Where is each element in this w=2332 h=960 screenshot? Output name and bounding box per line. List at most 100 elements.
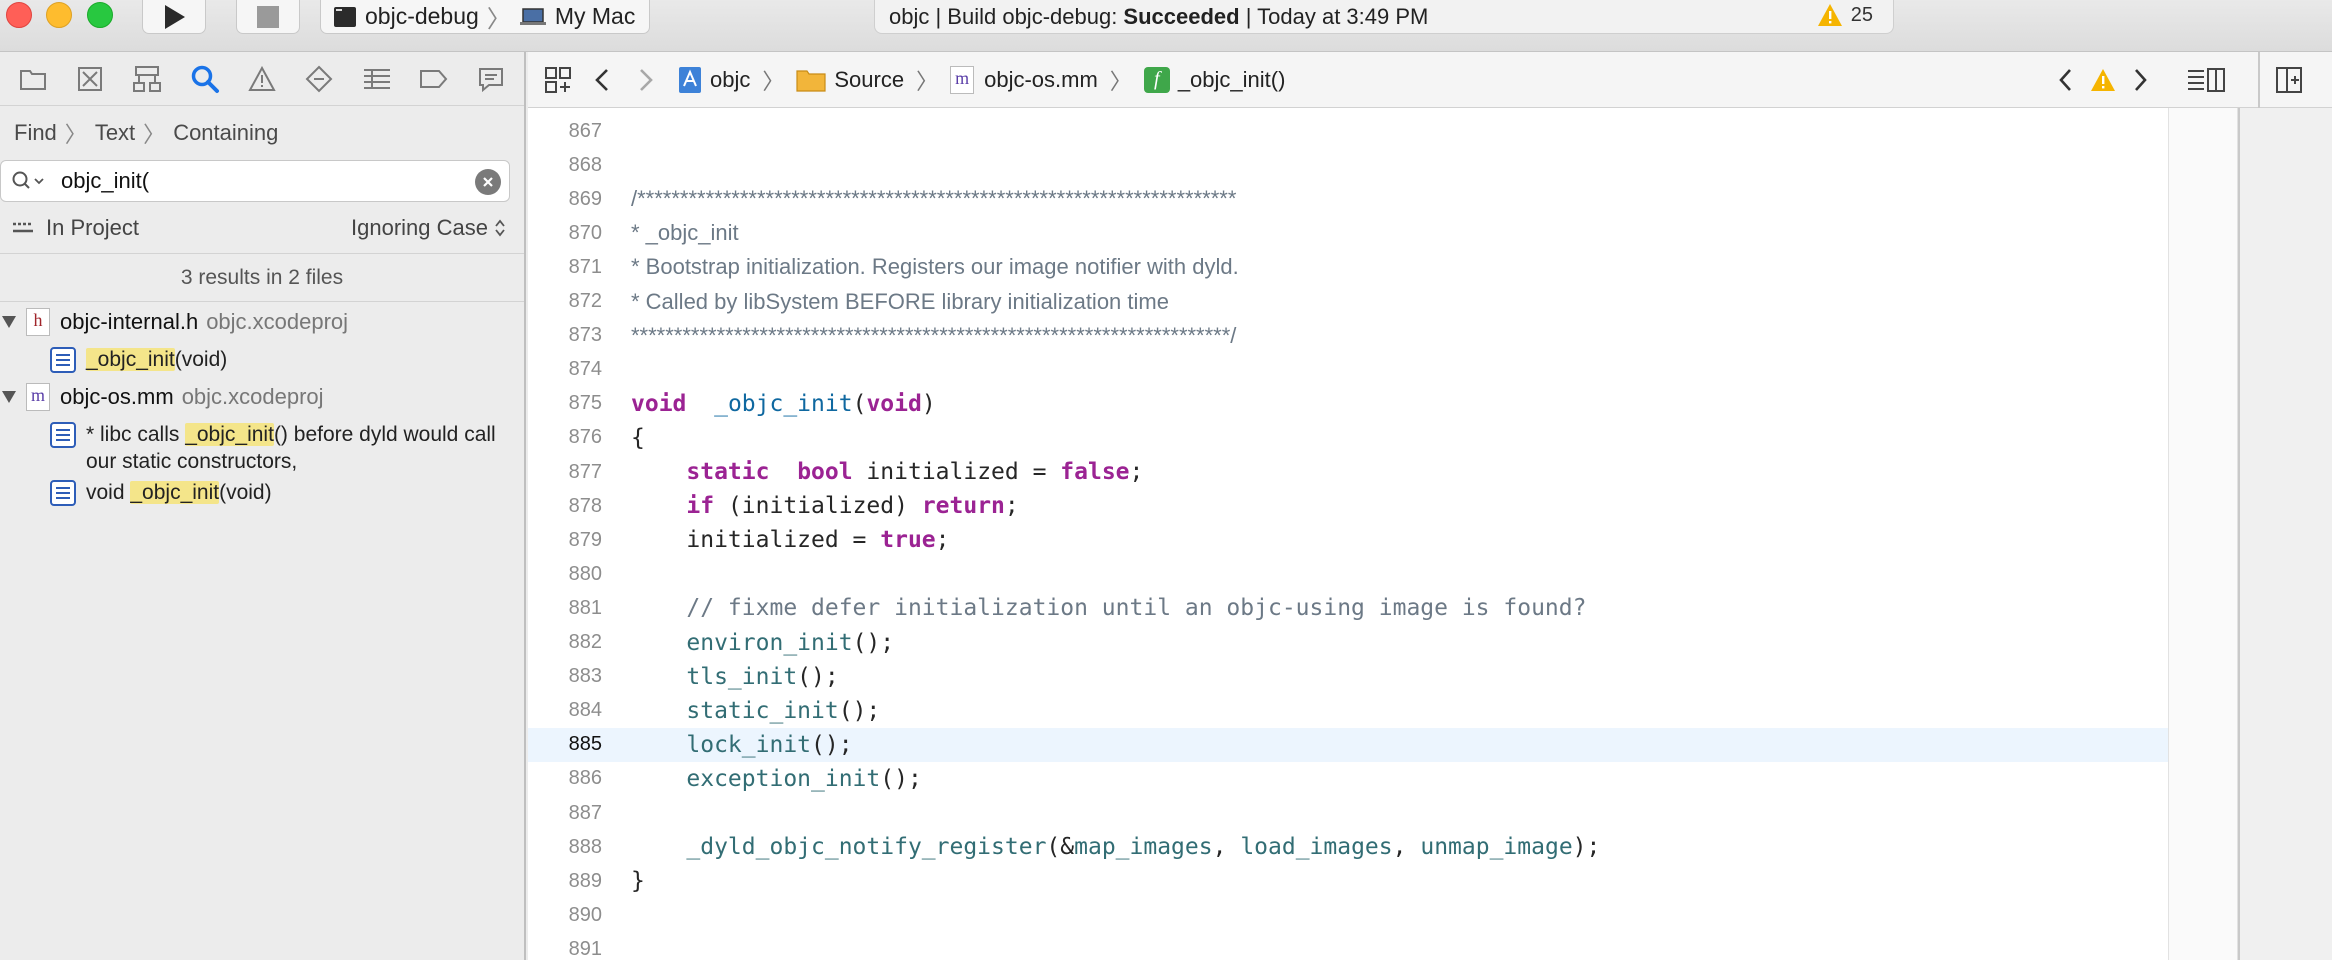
next-issue-button[interactable] bbox=[2118, 58, 2162, 102]
code-line[interactable]: 884 static_init(); bbox=[528, 694, 2168, 728]
line-number[interactable]: 891 bbox=[528, 938, 602, 960]
line-number[interactable]: 870 bbox=[528, 222, 602, 245]
code-line[interactable]: 888 _dyld_objc_notify_register(&map_imag… bbox=[528, 830, 2168, 864]
related-items-button[interactable] bbox=[536, 58, 580, 102]
code-line[interactable]: 870 * _objc_init bbox=[528, 216, 2168, 250]
code-line[interactable]: 886 exception_init(); bbox=[528, 762, 2168, 796]
tab-issue-navigator[interactable] bbox=[242, 59, 282, 99]
line-number[interactable]: 878 bbox=[528, 495, 602, 518]
code-line[interactable]: 891 bbox=[528, 932, 2168, 960]
line-number[interactable]: 890 bbox=[528, 904, 602, 927]
code-line[interactable]: 876 { bbox=[528, 421, 2168, 455]
issue-warning-button[interactable] bbox=[2088, 58, 2118, 102]
previous-issue-button[interactable] bbox=[2044, 58, 2088, 102]
line-number[interactable]: 873 bbox=[528, 324, 602, 347]
code-line[interactable]: 883 tls_init(); bbox=[528, 660, 2168, 694]
line-number[interactable]: 882 bbox=[528, 631, 602, 654]
result-file-row[interactable]: h objc-internal.h objc.xcodeproj bbox=[0, 302, 524, 342]
line-number[interactable]: 867 bbox=[528, 120, 602, 143]
code-line[interactable]: 887 bbox=[528, 796, 2168, 830]
line-number[interactable]: 888 bbox=[528, 836, 602, 859]
line-number[interactable]: 871 bbox=[528, 256, 602, 279]
code-area[interactable]: 867 868 869 /******************************… bbox=[528, 108, 2168, 960]
line-number[interactable]: 879 bbox=[528, 529, 602, 552]
result-match-row[interactable]: _objc_init(void) bbox=[0, 346, 524, 373]
code-line[interactable]: 877 static bool initialized = false; bbox=[528, 455, 2168, 489]
code-line[interactable]: 878 if (initialized) return; bbox=[528, 489, 2168, 523]
line-number[interactable]: 872 bbox=[528, 290, 602, 313]
result-match-row[interactable]: void _objc_init(void) bbox=[0, 479, 524, 506]
stop-button[interactable] bbox=[236, 0, 300, 34]
minimap[interactable] bbox=[2168, 108, 2238, 960]
chevron-right-icon: 〉 bbox=[916, 68, 939, 94]
line-number[interactable]: 884 bbox=[528, 699, 602, 722]
line-number[interactable]: 886 bbox=[528, 767, 602, 790]
case-sensitivity-selector[interactable]: Ignoring Case bbox=[351, 215, 506, 241]
tab-find-navigator[interactable] bbox=[185, 59, 225, 99]
line-number[interactable]: 875 bbox=[528, 392, 602, 415]
line-number[interactable]: 881 bbox=[528, 597, 602, 620]
run-button[interactable] bbox=[142, 0, 206, 34]
breadcrumb-file[interactable]: m objc-os.mm bbox=[950, 65, 1098, 94]
line-number[interactable]: 877 bbox=[528, 461, 602, 484]
code-line[interactable]: 874 bbox=[528, 353, 2168, 387]
clear-search-button[interactable] bbox=[475, 169, 501, 195]
breadcrumb-project[interactable]: objc bbox=[678, 66, 750, 94]
disclosure-triangle-icon[interactable] bbox=[0, 388, 18, 406]
add-editor-button[interactable] bbox=[2260, 58, 2318, 102]
line-number[interactable]: 880 bbox=[528, 563, 602, 586]
tab-breakpoint-navigator[interactable] bbox=[414, 59, 454, 99]
line-number[interactable]: 874 bbox=[528, 358, 602, 381]
result-match-row[interactable]: * libc calls _objc_init() before dyld wo… bbox=[0, 421, 524, 475]
warning-indicator[interactable]: 25 bbox=[1817, 3, 1873, 27]
go-forward-button[interactable] bbox=[624, 58, 668, 102]
line-number[interactable]: 885 bbox=[528, 733, 602, 756]
code-line[interactable]: 867 bbox=[528, 114, 2168, 148]
code-line[interactable]: 882 environ_init(); bbox=[528, 626, 2168, 660]
breadcrumb-folder[interactable]: Source bbox=[796, 67, 904, 93]
code-line[interactable]: 885 lock_init(); bbox=[528, 727, 2168, 762]
code-line[interactable]: 879 initialized = true; bbox=[528, 523, 2168, 557]
result-file-row[interactable]: m objc-os.mm objc.xcodeproj bbox=[0, 377, 524, 417]
go-back-button[interactable] bbox=[580, 58, 624, 102]
code-line[interactable]: 875 void _objc_init(void) bbox=[528, 387, 2168, 421]
line-number[interactable]: 887 bbox=[528, 802, 602, 825]
zoom-window-button[interactable] bbox=[87, 2, 113, 28]
code-line[interactable]: 869 /************************************… bbox=[528, 182, 2168, 216]
disclosure-triangle-icon[interactable] bbox=[0, 313, 18, 331]
tab-symbol-navigator[interactable] bbox=[127, 59, 167, 99]
tab-debug-navigator[interactable] bbox=[357, 59, 397, 99]
find-path-containing[interactable]: Containing bbox=[173, 120, 278, 146]
objc-source-file-icon: m bbox=[950, 65, 975, 94]
line-number[interactable]: 869 bbox=[528, 188, 602, 211]
scheme-selector[interactable]: objc-debug 〉 My Mac bbox=[320, 0, 650, 34]
tab-source-control-navigator[interactable] bbox=[70, 59, 110, 99]
editor-options-button[interactable] bbox=[2176, 58, 2236, 102]
tab-project-navigator[interactable] bbox=[13, 59, 53, 99]
tab-report-navigator[interactable] bbox=[471, 59, 511, 99]
code-line[interactable]: 890 bbox=[528, 898, 2168, 932]
search-field[interactable] bbox=[0, 160, 510, 202]
line-number[interactable]: 883 bbox=[528, 665, 602, 688]
code-line[interactable]: 868 bbox=[528, 148, 2168, 182]
line-number[interactable]: 889 bbox=[528, 870, 602, 893]
search-input[interactable] bbox=[59, 167, 459, 195]
breadcrumb-function[interactable]: f _objc_init() bbox=[1143, 66, 1285, 93]
destination-name[interactable]: My Mac bbox=[555, 3, 636, 30]
minimize-window-button[interactable] bbox=[46, 2, 72, 28]
search-options-icon[interactable] bbox=[11, 170, 45, 192]
code-line[interactable]: 871 * Bootstrap initialization. Registers… bbox=[528, 250, 2168, 284]
tab-test-navigator[interactable] bbox=[299, 59, 339, 99]
code-line[interactable]: 889} bbox=[528, 864, 2168, 898]
code-line[interactable]: 880 bbox=[528, 557, 2168, 591]
code-line[interactable]: 872 * Called by libSystem BEFORE library … bbox=[528, 285, 2168, 319]
line-number[interactable]: 876 bbox=[528, 426, 602, 449]
code-line[interactable]: 873 *************************************… bbox=[528, 319, 2168, 353]
find-mode-path[interactable]: Find 〉 Text 〉 Containing bbox=[0, 106, 524, 160]
close-window-button[interactable] bbox=[6, 2, 32, 28]
find-path-find[interactable]: Find bbox=[14, 120, 57, 146]
scope-selector[interactable]: In Project bbox=[12, 215, 139, 241]
line-number[interactable]: 868 bbox=[528, 154, 602, 177]
find-path-text[interactable]: Text bbox=[95, 120, 135, 146]
code-line[interactable]: 881 // fixme defer initialization until … bbox=[528, 591, 2168, 625]
